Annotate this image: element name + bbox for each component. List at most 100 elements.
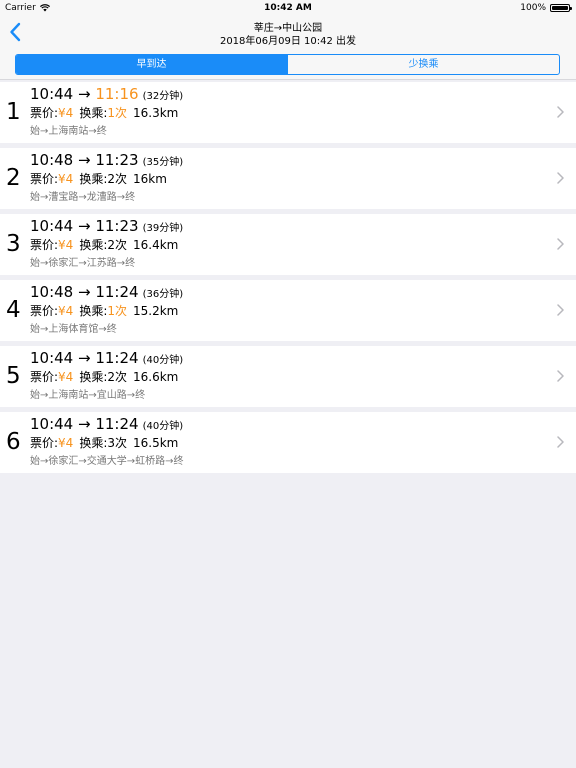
time-arrow: → xyxy=(73,217,96,235)
duration: (40分钟) xyxy=(142,421,184,432)
distance-value: 16.6km xyxy=(133,370,179,384)
duration: (32分钟) xyxy=(142,91,184,102)
transfer-label: 换乘: xyxy=(79,106,108,120)
route-row[interactable]: 3 10:44 → 11:23 (39分钟) 票价:¥4 换乘:2次 16.4km 始… xyxy=(0,214,576,275)
transfer-label: 换乘: xyxy=(79,238,108,252)
duration: (36分钟) xyxy=(142,289,184,300)
segment-bar: 早到达 少换乘 xyxy=(0,48,576,80)
transfer-value: 2次 xyxy=(107,172,128,186)
arrive-time: 11:23 xyxy=(95,151,139,169)
route-times: 10:44 → 11:23 (39分钟) xyxy=(30,216,183,239)
route-row[interactable]: 6 10:44 → 11:24 (40分钟) 票价:¥4 换乘:3次 16.5km 始… xyxy=(0,412,576,473)
transfer-label: 换乘: xyxy=(79,172,108,186)
price-label: 票价: xyxy=(30,436,59,450)
transfer-value: 2次 xyxy=(107,238,128,252)
route-index: 1 xyxy=(6,99,21,125)
price-label: 票价: xyxy=(30,238,59,252)
route-index: 4 xyxy=(6,297,21,323)
route-details: 票价:¥4 换乘:3次 16.5km xyxy=(30,435,178,451)
chevron-right-icon xyxy=(557,436,564,448)
route-row[interactable]: 5 10:44 → 11:24 (40分钟) 票价:¥4 换乘:2次 16.6km 始… xyxy=(0,346,576,407)
arrive-time: 11:24 xyxy=(95,415,139,433)
distance-value: 16.5km xyxy=(133,436,179,450)
chevron-right-icon xyxy=(557,304,564,316)
status-time: 10:42 AM xyxy=(264,3,312,13)
arrive-time: 11:24 xyxy=(95,349,139,367)
status-bar: Carrier 10:42 AM 100% xyxy=(0,0,576,16)
price-value: ¥4 xyxy=(58,106,74,120)
route-details: 票价:¥4 换乘:2次 16.6km xyxy=(30,369,178,385)
chevron-right-icon xyxy=(557,172,564,184)
route-details: 票价:¥4 换乘:2次 16km xyxy=(30,171,167,187)
route-path: 始→上海南站→宜山路→终 xyxy=(30,390,146,401)
departure-time: 2018年06月09日 10:42 出发 xyxy=(219,36,357,47)
route-row[interactable]: 4 10:48 → 11:24 (36分钟) 票价:¥4 换乘:1次 15.2km 始… xyxy=(0,280,576,341)
route-path: 始→上海南站→终 xyxy=(30,126,107,137)
arrive-time: 11:24 xyxy=(95,283,139,301)
route-details: 票价:¥4 换乘:1次 16.3km xyxy=(30,105,178,121)
chevron-right-icon xyxy=(557,370,564,382)
price-label: 票价: xyxy=(30,172,59,186)
transfer-label: 换乘: xyxy=(79,304,108,318)
arrive-time: 11:16 xyxy=(95,85,139,103)
chevron-right-icon xyxy=(557,238,564,250)
battery-percent: 100% xyxy=(520,3,546,13)
price-label: 票价: xyxy=(30,370,59,384)
route-times: 10:44 → 11:24 (40分钟) xyxy=(30,348,183,371)
time-arrow: → xyxy=(73,415,96,433)
distance-value: 15.2km xyxy=(133,304,179,318)
price-value: ¥4 xyxy=(58,172,74,186)
route-times: 10:44 → 11:24 (40分钟) xyxy=(30,414,183,437)
route-index: 5 xyxy=(6,363,21,389)
route-path: 始→上海体育馆→终 xyxy=(30,324,117,335)
time-arrow: → xyxy=(73,151,96,169)
route-path: 始→漕宝路→龙漕路→终 xyxy=(30,192,136,203)
route-index: 2 xyxy=(6,165,21,191)
segment-earliest-arrival[interactable]: 早到达 xyxy=(16,55,287,74)
duration: (39分钟) xyxy=(142,223,184,234)
depart-time: 10:48 xyxy=(30,151,74,169)
depart-time: 10:44 xyxy=(30,415,74,433)
route-times: 10:48 → 11:23 (35分钟) xyxy=(30,150,183,173)
depart-time: 10:44 xyxy=(30,349,74,367)
navigation-bar: 莘庄→中山公园 2018年06月09日 10:42 出发 xyxy=(0,16,576,48)
route-details: 票价:¥4 换乘:1次 15.2km xyxy=(30,303,178,319)
transfer-value: 2次 xyxy=(107,370,128,384)
transfer-label: 换乘: xyxy=(79,436,108,450)
route-row[interactable]: 2 10:48 → 11:23 (35分钟) 票价:¥4 换乘:2次 16km 始→漕… xyxy=(0,148,576,209)
time-arrow: → xyxy=(73,349,96,367)
transfer-label: 换乘: xyxy=(79,370,108,384)
duration: (40分钟) xyxy=(142,355,184,366)
distance-value: 16.3km xyxy=(133,106,179,120)
route-path: 始→徐家汇→交通大学→虹桥路→终 xyxy=(30,456,184,467)
route-times: 10:44 → 11:16 (32分钟) xyxy=(30,84,183,107)
sort-segmented-control: 早到达 少换乘 xyxy=(15,54,560,75)
route-index: 6 xyxy=(6,429,21,455)
price-value: ¥4 xyxy=(58,370,74,384)
route-row[interactable]: 1 10:44 → 11:16 (32分钟) 票价:¥4 换乘:1次 16.3km 始… xyxy=(0,82,576,143)
segment-fewest-transfers[interactable]: 少换乘 xyxy=(287,55,559,74)
distance-value: 16km xyxy=(133,172,167,186)
transfer-value: 3次 xyxy=(107,436,128,450)
distance-value: 16.4km xyxy=(133,238,179,252)
time-arrow: → xyxy=(73,85,96,103)
price-label: 票价: xyxy=(30,106,59,120)
price-value: ¥4 xyxy=(58,304,74,318)
transfer-value: 1次 xyxy=(107,106,128,120)
chevron-right-icon xyxy=(557,106,564,118)
battery-icon xyxy=(550,4,572,12)
route-path: 始→徐家汇→江苏路→终 xyxy=(30,258,136,269)
price-value: ¥4 xyxy=(58,238,74,252)
status-right: 100% xyxy=(520,0,572,16)
depart-time: 10:44 xyxy=(30,217,74,235)
transfer-value: 1次 xyxy=(107,304,128,318)
depart-time: 10:48 xyxy=(30,283,74,301)
time-arrow: → xyxy=(73,283,96,301)
depart-time: 10:44 xyxy=(30,85,74,103)
price-value: ¥4 xyxy=(58,436,74,450)
route-index: 3 xyxy=(6,231,21,257)
route-times: 10:48 → 11:24 (36分钟) xyxy=(30,282,183,305)
duration: (35分钟) xyxy=(142,157,184,168)
arrive-time: 11:23 xyxy=(95,217,139,235)
route-list: 1 10:44 → 11:16 (32分钟) 票价:¥4 换乘:1次 16.3km 始… xyxy=(0,82,576,478)
